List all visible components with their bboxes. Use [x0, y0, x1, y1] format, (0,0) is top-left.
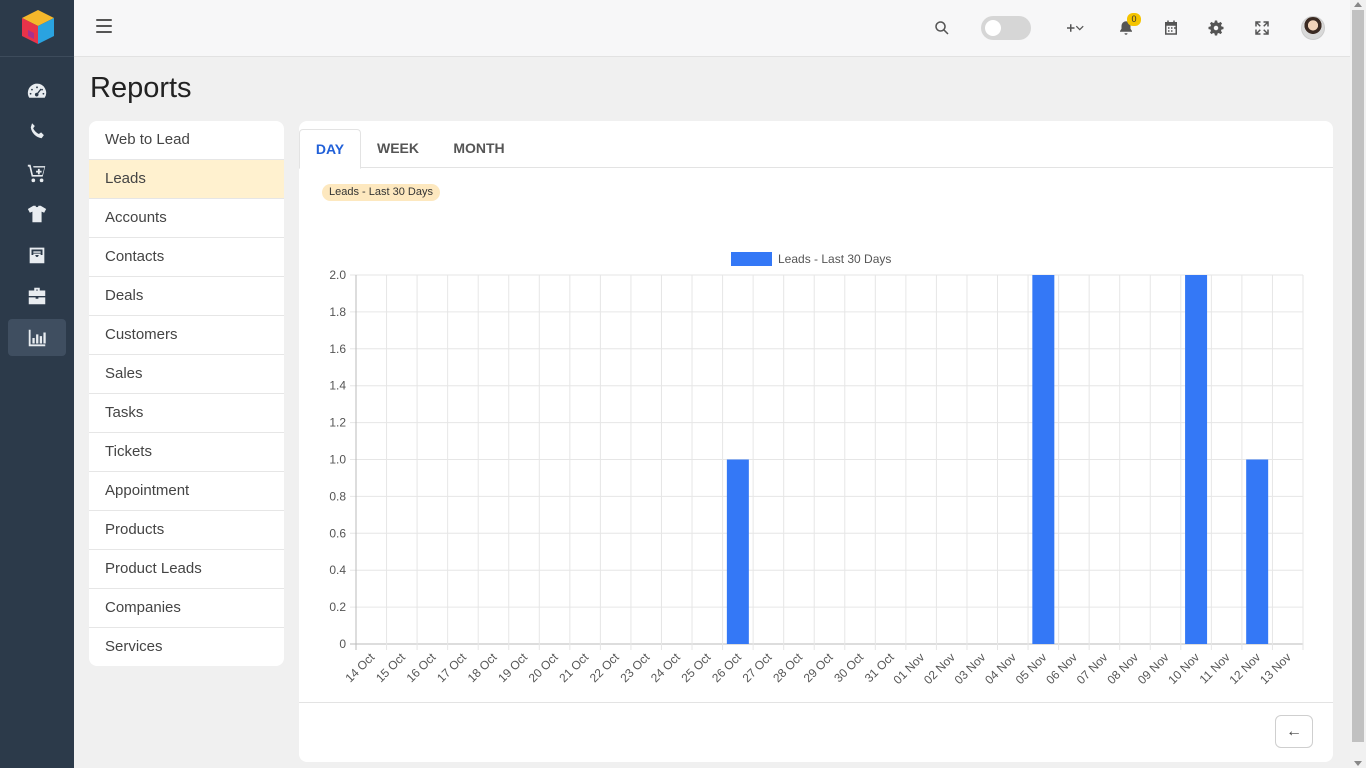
x-tick-label: 04 Nov	[982, 650, 1019, 687]
x-tick-label: 01 Nov	[890, 650, 927, 687]
y-tick-label: 1.8	[329, 305, 346, 319]
x-tick-label: 26 Oct	[709, 650, 744, 685]
y-tick-label: 1.6	[329, 342, 346, 356]
menu-item-deals[interactable]: Deals	[89, 277, 284, 316]
bar-chart-icon	[28, 329, 46, 346]
rail-briefcase-button[interactable]	[8, 277, 66, 314]
briefcase-icon	[28, 287, 46, 304]
reports-menu: Web to Lead Leads Accounts Contacts Deals Cus…	[89, 121, 284, 666]
bar-10-nov	[1185, 275, 1208, 644]
menu-item-accounts[interactable]: Accounts	[89, 199, 284, 238]
x-tick-label: 19 Oct	[495, 650, 530, 685]
x-tick-label: 22 Oct	[587, 650, 622, 685]
bar-26-oct	[726, 459, 749, 644]
rail-divider	[0, 56, 74, 57]
top-bar: 0	[74, 0, 1350, 57]
x-tick-label: 21 Oct	[556, 650, 591, 685]
menu-item-appointment[interactable]: Appointment	[89, 472, 284, 511]
cart-icon	[27, 164, 46, 182]
notifications-count-badge: 0	[1127, 13, 1141, 26]
y-tick-label: 2.0	[329, 268, 346, 282]
back-button[interactable]: ←	[1275, 715, 1313, 748]
menu-item-products[interactable]: Products	[89, 511, 284, 550]
tshirt-icon	[27, 205, 47, 222]
x-tick-label: 03 Nov	[952, 650, 989, 687]
report-card: DAY WEEK MONTH Leads - Last 30 Days 0 0.2 0.…	[299, 121, 1333, 762]
menu-item-services[interactable]: Services	[89, 628, 284, 666]
leads-bar-chart: 0 0.2 0.4 0.6 0.8 1.0 1.2 1.4 1.6 1.8 2.0 14 Oct15 …	[329, 252, 1304, 687]
x-tick-label: 07 Nov	[1074, 650, 1111, 687]
x-tick-label: 30 Oct	[831, 650, 866, 685]
x-tick-label: 25 Oct	[679, 650, 714, 685]
x-tick-label: 02 Nov	[921, 650, 958, 687]
app-logo-icon[interactable]	[19, 8, 57, 46]
x-tick-label: 24 Oct	[648, 650, 683, 685]
menu-item-customers[interactable]: Customers	[89, 316, 284, 355]
rail-dashboard-button[interactable]	[8, 72, 66, 109]
y-tick-label: 0.4	[329, 563, 346, 577]
add-new-dropdown[interactable]	[1062, 16, 1090, 40]
user-avatar[interactable]	[1301, 16, 1325, 40]
phone-icon	[30, 122, 44, 138]
y-tick-label: 1.2	[329, 416, 346, 430]
y-tick-label: 1.4	[329, 379, 346, 393]
page-title: Reports	[90, 72, 192, 104]
x-tick-label: 08 Nov	[1104, 650, 1141, 687]
rail-cart-button[interactable]	[8, 154, 66, 191]
mail-box-icon	[29, 247, 45, 263]
x-tick-label: 05 Nov	[1013, 650, 1050, 687]
menu-item-leads[interactable]: Leads	[89, 160, 284, 199]
rail-bar-chart-button[interactable]	[8, 319, 66, 356]
y-tick-label: 0.6	[329, 526, 346, 540]
menu-item-sales[interactable]: Sales	[89, 355, 284, 394]
x-tick-label: 16 Oct	[404, 650, 439, 685]
y-tick-label: 0.2	[329, 600, 346, 614]
menu-item-tickets[interactable]: Tickets	[89, 433, 284, 472]
x-tick-label: 27 Oct	[740, 650, 775, 685]
y-tick-label: 0.8	[329, 489, 346, 503]
fullscreen-expand-icon[interactable]	[1250, 16, 1274, 40]
x-tick-label: 10 Nov	[1165, 650, 1202, 687]
rail-mail-box-button[interactable]	[8, 236, 66, 273]
y-tick-label: 0	[339, 637, 346, 651]
legend-label: Leads - Last 30 Days	[778, 252, 891, 266]
menu-item-tasks[interactable]: Tasks	[89, 394, 284, 433]
x-tick-label: 23 Oct	[617, 650, 652, 685]
theme-toggle[interactable]	[981, 16, 1031, 40]
x-tick-label: 06 Nov	[1043, 650, 1080, 687]
menu-item-web-to-lead[interactable]: Web to Lead	[89, 121, 284, 160]
search-icon[interactable]	[930, 16, 954, 40]
x-tick-label: 13 Nov	[1257, 650, 1294, 687]
menu-item-companies[interactable]: Companies	[89, 589, 284, 628]
bar-05-nov	[1032, 275, 1055, 644]
scrollbar-thumb[interactable]	[1352, 10, 1364, 742]
x-tick-label: 12 Nov	[1227, 650, 1264, 687]
menu-item-product-leads[interactable]: Product Leads	[89, 550, 284, 589]
rail-tshirt-button[interactable]	[8, 195, 66, 232]
menu-item-contacts[interactable]: Contacts	[89, 238, 284, 277]
scroll-down-arrow-icon[interactable]	[1354, 761, 1362, 766]
x-tick-label: 14 Oct	[342, 650, 377, 685]
dashboard-icon	[27, 83, 47, 98]
x-tick-label: 11 Nov	[1197, 650, 1233, 686]
x-tick-label: 28 Oct	[770, 650, 805, 685]
left-navigation-rail	[0, 0, 74, 768]
y-tick-label: 1.0	[329, 453, 346, 467]
rail-phone-button[interactable]	[8, 113, 66, 150]
legend-swatch	[731, 252, 772, 266]
scroll-up-arrow-icon[interactable]	[1354, 2, 1362, 7]
page-scrollbar[interactable]	[1350, 0, 1366, 768]
notifications-bell-icon[interactable]: 0	[1114, 13, 1141, 40]
hamburger-menu-icon[interactable]	[96, 19, 112, 35]
card-footer-divider	[299, 702, 1333, 703]
x-tick-label: 20 Oct	[526, 650, 561, 685]
calendar-icon[interactable]	[1159, 16, 1183, 40]
x-tick-label: 17 Oct	[434, 650, 469, 685]
x-tick-label: 15 Oct	[373, 650, 408, 685]
settings-gear-icon[interactable]	[1204, 16, 1228, 40]
bar-12-nov	[1246, 459, 1269, 644]
x-tick-label: 09 Nov	[1135, 650, 1172, 687]
x-tick-label: 18 Oct	[465, 650, 500, 685]
x-tick-label: 29 Oct	[801, 650, 836, 685]
